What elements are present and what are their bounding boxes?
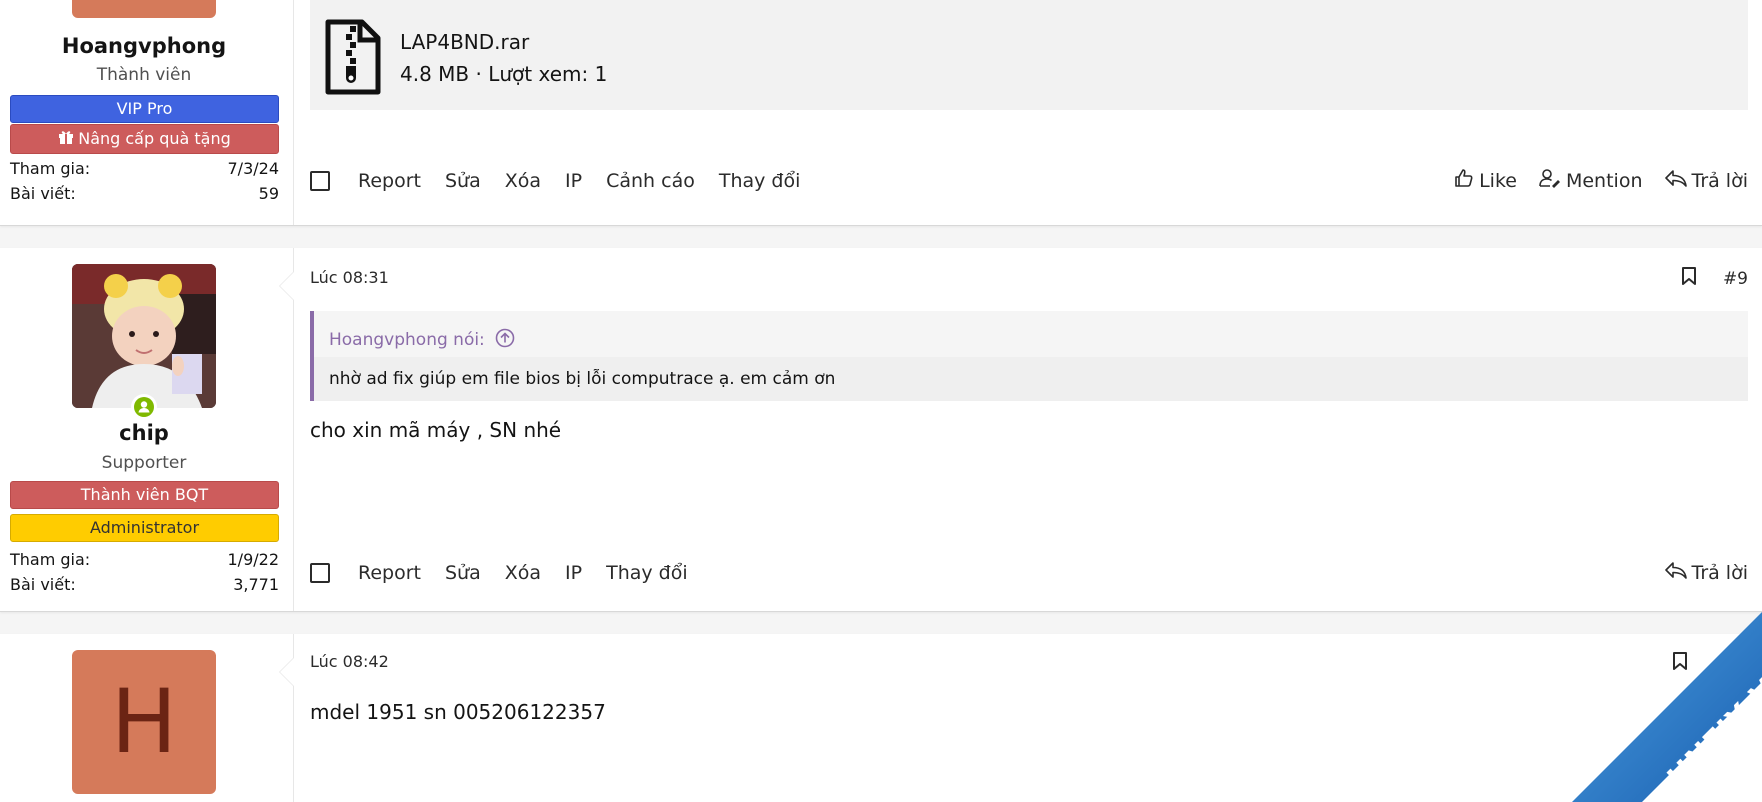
avatar[interactable]: H bbox=[72, 650, 216, 794]
select-checkbox[interactable] bbox=[310, 170, 330, 191]
stat-posts: Bài viết: 3,771 bbox=[10, 575, 279, 594]
user-cell: chip Supporter Thành viên BQT Administra… bbox=[0, 248, 294, 611]
mention-button[interactable]: Mention bbox=[1539, 168, 1643, 193]
mention-label: Mention bbox=[1565, 169, 1643, 192]
thumbs-up-icon bbox=[1454, 168, 1474, 193]
ip-link[interactable]: IP bbox=[565, 170, 582, 192]
ip-link[interactable]: IP bbox=[565, 562, 582, 584]
upgrade-gift-button[interactable]: Nâng cấp quà tặng bbox=[10, 124, 279, 154]
report-link[interactable]: Report bbox=[358, 170, 421, 192]
user-banner-vip: VIP Pro bbox=[10, 95, 279, 123]
change-link[interactable]: Thay đổi bbox=[719, 170, 801, 192]
user-arrow bbox=[280, 272, 294, 300]
delete-link[interactable]: Xóa bbox=[505, 170, 541, 192]
user-cell: H bbox=[0, 634, 294, 802]
like-button[interactable]: Like bbox=[1454, 168, 1517, 193]
reply-icon bbox=[1664, 168, 1687, 193]
like-label: Like bbox=[1479, 169, 1517, 192]
edit-link[interactable]: Sửa bbox=[445, 562, 481, 584]
edit-link[interactable]: Sửa bbox=[445, 170, 481, 192]
attachment-name[interactable]: LAP4BND.rar bbox=[400, 30, 529, 54]
post-meta-right: #9 bbox=[1681, 266, 1748, 291]
post-content: Lúc 08:31 #9 Hoangvphong nói: nhờ ad fix… bbox=[310, 248, 1748, 611]
user-banner-bqt: Thành viên BQT bbox=[10, 481, 279, 509]
arrow-up-circle-icon[interactable] bbox=[495, 328, 515, 353]
delete-link[interactable]: Xóa bbox=[505, 562, 541, 584]
attachment[interactable]: LAP4BND.rar 4.8 MB · Lượt xem: 1 bbox=[310, 0, 1748, 110]
gift-icon bbox=[58, 126, 74, 154]
post-3: H Lúc 08:42 mdel 1951 sn 005206122357 bbox=[0, 634, 1762, 802]
post-body: mdel 1951 sn 005206122357 bbox=[310, 700, 606, 724]
report-link[interactable]: Report bbox=[358, 562, 421, 584]
watermark-logo: HNFIX.VN bbox=[1562, 602, 1762, 802]
user-cell: Hoangvphong Thành viên VIP Pro Nâng cấp … bbox=[0, 0, 294, 225]
quote-header[interactable]: Hoangvphong nói: bbox=[314, 311, 1748, 357]
quote-author: Hoangvphong nói: bbox=[329, 330, 485, 350]
user-mention-icon bbox=[1539, 168, 1561, 193]
post-body: cho xin mã máy , SN nhé bbox=[310, 418, 562, 442]
post-actions: Report Sửa Xóa IP Cảnh cáo Thay đổi Like… bbox=[310, 168, 1748, 193]
attachment-meta: 4.8 MB · Lượt xem: 1 bbox=[400, 62, 608, 86]
reply-button[interactable]: Trả lời bbox=[1664, 168, 1749, 193]
post-content: LAP4BND.rar 4.8 MB · Lượt xem: 1 Report … bbox=[310, 0, 1748, 225]
stat-joined: Tham gia: 7/3/24 bbox=[10, 159, 279, 178]
change-link[interactable]: Thay đổi bbox=[606, 562, 688, 584]
post-1: Hoangvphong Thành viên VIP Pro Nâng cấp … bbox=[0, 0, 1762, 226]
quote-block: Hoangvphong nói: nhờ ad fix giúp em file… bbox=[310, 311, 1748, 401]
bookmark-icon[interactable] bbox=[1681, 266, 1697, 291]
reply-icon bbox=[1664, 560, 1687, 585]
user-arrow bbox=[280, 658, 294, 686]
post-actions: Report Sửa Xóa IP Thay đổi Trả lời bbox=[310, 560, 1748, 585]
reply-label: Trả lời bbox=[1691, 561, 1749, 584]
user-title: Thành viên bbox=[96, 65, 192, 85]
post-content: Lúc 08:42 mdel 1951 sn 005206122357 bbox=[310, 634, 1748, 802]
user-banner-admin: Administrator bbox=[10, 514, 279, 542]
user-title: Supporter bbox=[101, 453, 187, 473]
stat-posts: Bài viết: 59 bbox=[10, 184, 279, 203]
upgrade-gift-label: Nâng cấp quà tặng bbox=[78, 129, 231, 148]
online-status-icon bbox=[131, 394, 157, 420]
username[interactable]: Hoangvphong bbox=[0, 34, 288, 58]
avatar[interactable] bbox=[72, 0, 216, 18]
select-checkbox[interactable] bbox=[310, 562, 330, 583]
reply-label: Trả lời bbox=[1691, 169, 1749, 192]
avatar[interactable] bbox=[72, 264, 216, 408]
quote-text: nhờ ad fix giúp em file bios bị lỗi comp… bbox=[314, 357, 1748, 401]
post-number[interactable]: #9 bbox=[1723, 269, 1748, 289]
stat-joined: Tham gia: 1/9/22 bbox=[10, 550, 279, 569]
username[interactable]: chip bbox=[0, 421, 288, 445]
warn-link[interactable]: Cảnh cáo bbox=[606, 170, 695, 192]
zip-file-icon bbox=[324, 18, 382, 100]
reply-button[interactable]: Trả lời bbox=[1664, 560, 1749, 585]
avatar-photo bbox=[72, 264, 216, 408]
post-time[interactable]: Lúc 08:42 bbox=[310, 652, 389, 671]
post-time[interactable]: Lúc 08:31 bbox=[310, 268, 389, 287]
post-2: chip Supporter Thành viên BQT Administra… bbox=[0, 248, 1762, 612]
